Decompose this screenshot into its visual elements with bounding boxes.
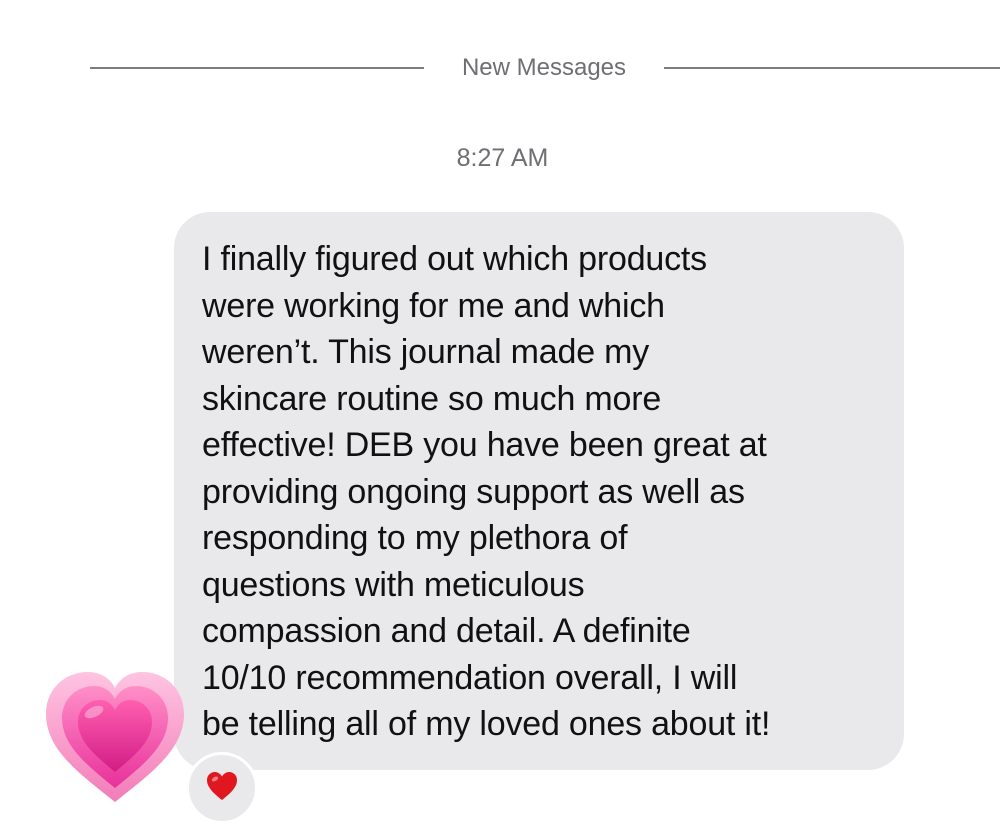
message-line: 10/10 recommendation overall, I will [202,658,738,697]
red-heart-icon [207,772,237,800]
heart-reaction-badge[interactable] [186,752,258,824]
message-line: compassion and detail. A definite [202,612,691,650]
message-line: responding to my plethora of [202,519,628,557]
new-messages-label: New Messages [461,54,627,81]
divider-line-left [90,67,424,69]
message-line: effective! DEB you have been great at [202,426,767,464]
message-text: I finally figured out which products wer… [202,236,882,748]
message-line: I finally figured out which products [202,240,707,278]
divider-line-right [664,67,1000,69]
message-line: were working for me and which [202,286,665,325]
message-line: questions with meticulous [202,565,585,604]
message-line: weren’t. This journal made my [202,333,650,371]
new-messages-divider: New Messages [0,48,1005,88]
message-line: skincare routine so much more [202,379,662,418]
message-timestamp: 8:27 AM [456,144,549,172]
incoming-message-bubble[interactable]: I finally figured out which products wer… [174,212,904,770]
message-line: be telling all of my loved ones about it… [202,705,771,743]
growing-heart-icon[interactable] [40,666,190,806]
message-line: providing ongoing support as well as [202,472,745,511]
